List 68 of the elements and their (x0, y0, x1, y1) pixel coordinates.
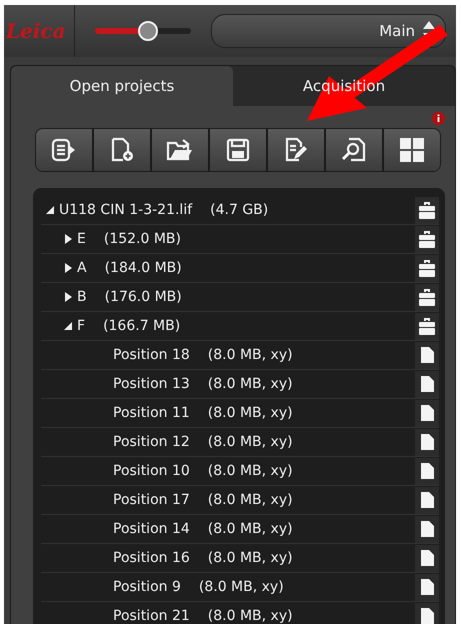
document-icon (420, 405, 434, 421)
tree-item-label[interactable]: Position 17 (113, 492, 190, 508)
size-label: (176.0 MB) (104, 289, 182, 305)
tree-item-label[interactable]: Position 18 (113, 347, 190, 363)
toolbar-button[interactable] (326, 129, 384, 171)
document-icon (420, 434, 434, 450)
tree-item-label[interactable]: Position 12 (113, 434, 190, 450)
size-label: (8.0 MB, xy) (208, 492, 293, 508)
toolbar-button[interactable] (268, 129, 326, 171)
tree-item-label[interactable]: B (77, 289, 87, 305)
size-label: (8.0 MB, xy) (208, 376, 293, 392)
tab[interactable]: Open projects (11, 66, 233, 106)
toolbar-button[interactable] (36, 129, 94, 171)
info-icon[interactable] (432, 112, 445, 125)
tree-item-label[interactable]: U118 CIN 1-3-21.lif (59, 202, 192, 218)
briefcase-icon (419, 230, 435, 248)
collapse-triangle-icon[interactable] (46, 206, 54, 214)
tree-item-label[interactable]: Position 21 (113, 608, 190, 624)
size-label: (8.0 MB, xy) (208, 550, 293, 566)
document-icon (420, 579, 434, 595)
size-label: (8.0 MB, xy) (198, 579, 284, 595)
document-icon (420, 492, 434, 508)
tree-item-label[interactable]: Position 11 (113, 405, 190, 421)
expand-triangle-icon[interactable] (64, 263, 72, 273)
size-label: (8.0 MB, xy) (208, 347, 293, 363)
tree-item-label[interactable]: A (77, 260, 87, 276)
toolbar-button[interactable] (210, 129, 268, 171)
view-dropdown[interactable]: Main (210, 14, 446, 48)
tree-item-label[interactable]: Position 10 (113, 463, 190, 479)
toolbar-button[interactable] (94, 129, 152, 171)
document-icon (420, 521, 434, 537)
grid-icon (399, 137, 425, 163)
document-icon (420, 376, 434, 392)
size-label: (8.0 MB, xy) (208, 405, 293, 421)
briefcase-icon (419, 288, 435, 306)
toolbar-button[interactable] (384, 129, 440, 171)
collapse-triangle-icon[interactable] (64, 322, 72, 330)
tree-item-label[interactable]: E (77, 231, 86, 247)
briefcase-icon (419, 259, 435, 277)
export-icon (51, 137, 77, 163)
size-label: (4.7 GB) (210, 202, 268, 218)
search-document-icon (341, 137, 367, 163)
size-label: (8.0 MB, xy) (208, 434, 293, 450)
tree-item-label[interactable]: Position 13 (113, 376, 190, 392)
document-icon (420, 463, 434, 479)
expand-triangle-icon[interactable] (64, 234, 72, 244)
edit-document-icon (283, 137, 309, 163)
toolbar-button[interactable] (152, 129, 210, 171)
document-icon (420, 608, 434, 624)
size-label: (8.0 MB, xy) (208, 608, 293, 624)
briefcase-icon (419, 201, 435, 219)
size-label: (152.0 MB) (104, 231, 181, 247)
document-icon (420, 347, 434, 363)
folder-icon (166, 137, 194, 163)
new-document-icon (109, 137, 135, 163)
size-label: (8.0 MB, xy) (208, 521, 293, 537)
expand-triangle-icon[interactable] (64, 292, 72, 302)
size-label: (166.7 MB) (103, 318, 180, 334)
save-icon (225, 137, 251, 163)
tree-item-label[interactable]: F (77, 318, 86, 334)
tree-item-label[interactable]: Position 16 (113, 550, 190, 566)
logo: Leica (4, 5, 75, 57)
briefcase-icon (419, 317, 435, 335)
size-label: (8.0 MB, xy) (208, 463, 293, 479)
size-label: (184.0 MB) (104, 260, 182, 276)
document-icon (420, 550, 434, 566)
tree-item-label[interactable]: Position 14 (113, 521, 190, 537)
tree-item-label[interactable]: Position 9 (113, 579, 181, 595)
